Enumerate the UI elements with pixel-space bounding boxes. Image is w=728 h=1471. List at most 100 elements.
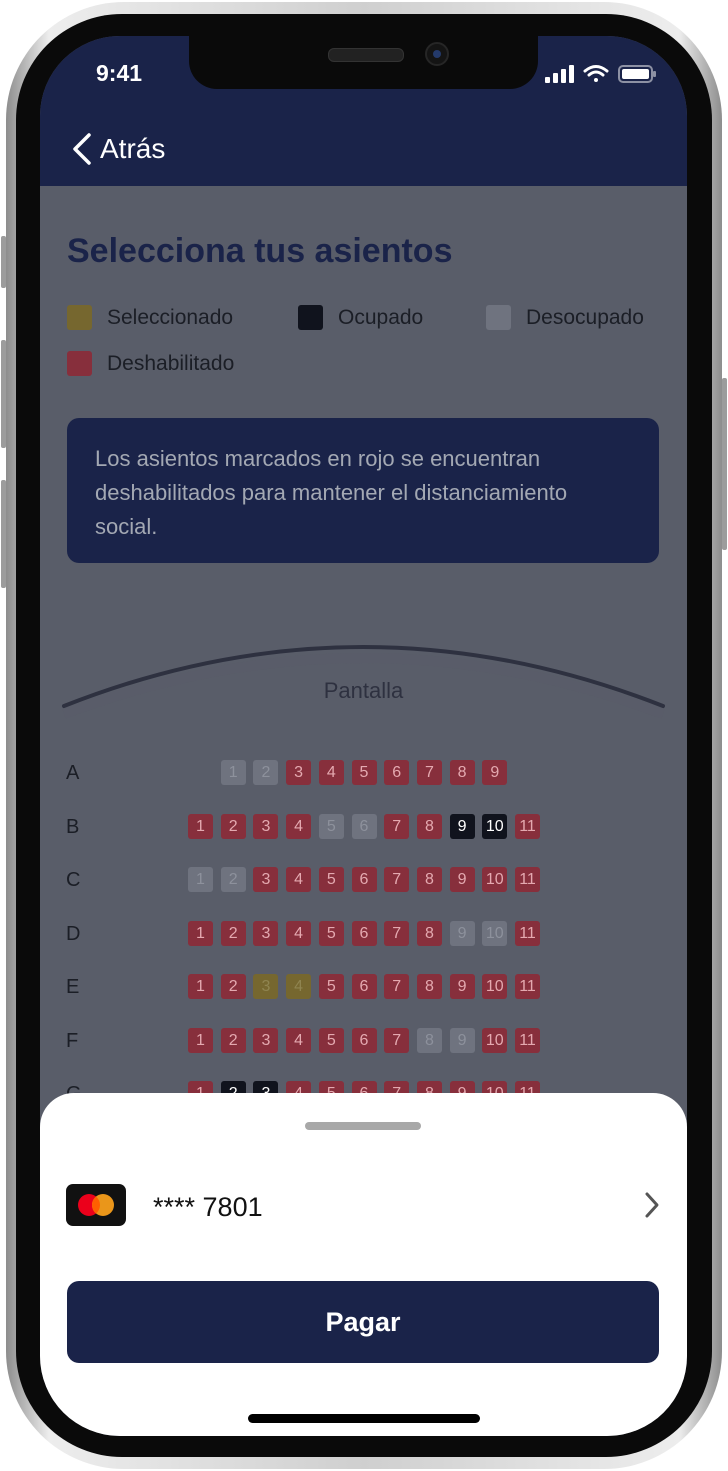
cellular-signal-icon xyxy=(545,65,574,83)
seat: 7 xyxy=(384,974,410,999)
seat: 1 xyxy=(188,920,213,946)
silent-switch xyxy=(1,236,6,288)
seat: 8 xyxy=(416,920,442,946)
seat: 10 xyxy=(482,867,508,892)
seat[interactable]: 1 xyxy=(188,867,213,892)
volume-up-button xyxy=(1,340,6,448)
volume-down-button xyxy=(1,480,6,588)
status-icons xyxy=(545,64,657,84)
legend-item-disabled: Deshabilitado xyxy=(67,351,234,376)
notch xyxy=(189,36,538,89)
distancing-notice: Los asientos marcados en rojo se encuent… xyxy=(67,418,659,563)
seat: 6 xyxy=(351,920,377,946)
seat: 3 xyxy=(253,1027,279,1053)
card-number: **** 7801 xyxy=(153,1192,263,1222)
seat[interactable]: 4 xyxy=(286,974,312,999)
seat: 9 xyxy=(449,813,475,839)
chevron-right-icon xyxy=(645,1192,659,1218)
seat: 7 xyxy=(384,867,410,892)
seat: 1 xyxy=(188,813,213,839)
seat: 3 xyxy=(286,760,312,785)
seat: 7 xyxy=(416,760,442,785)
seat[interactable]: 8 xyxy=(416,1027,442,1053)
row-label: A xyxy=(66,762,80,784)
seat: 6 xyxy=(351,867,377,892)
legend-swatch-free xyxy=(486,305,511,330)
seat: 4 xyxy=(286,813,312,839)
seat[interactable]: 2 xyxy=(253,760,279,785)
seat: 8 xyxy=(416,813,442,839)
seat: 7 xyxy=(384,813,410,839)
legend-label: Desocupado xyxy=(526,305,644,329)
seat: 5 xyxy=(318,974,344,999)
seat: 11 xyxy=(515,813,540,839)
seat[interactable]: 9 xyxy=(449,920,475,946)
seat: 11 xyxy=(515,974,540,999)
seat: 2 xyxy=(220,813,246,839)
navigation-bar: Atrás xyxy=(40,116,687,186)
legend-item-free: Desocupado xyxy=(486,305,644,330)
seat: 4 xyxy=(286,867,312,892)
seat: 1 xyxy=(188,1027,213,1053)
legend-swatch-occupied xyxy=(298,305,323,330)
chevron-left-icon xyxy=(73,133,91,165)
seat: 5 xyxy=(318,867,344,892)
seat: 1 xyxy=(188,974,213,999)
legend-item-occupied: Ocupado xyxy=(298,305,423,330)
status-time: 9:41 xyxy=(96,60,143,86)
seat: 6 xyxy=(351,974,377,999)
payment-method-row[interactable]: **** 7801 xyxy=(66,1184,661,1228)
back-button[interactable]: Atrás xyxy=(70,132,165,166)
front-camera xyxy=(425,42,449,66)
back-label: Atrás xyxy=(100,133,166,164)
seat: 10 xyxy=(482,813,508,839)
seat: 11 xyxy=(515,1027,540,1053)
seat: 8 xyxy=(416,974,442,999)
seat: 8 xyxy=(449,760,475,785)
cinema-screen-arc xyxy=(62,645,665,719)
seat: 6 xyxy=(351,1027,377,1053)
home-indicator xyxy=(248,1414,480,1423)
seat: 10 xyxy=(482,974,508,999)
seat[interactable]: 3 xyxy=(253,974,279,999)
seat: 2 xyxy=(220,920,246,946)
seat: 3 xyxy=(253,920,279,946)
seat: 2 xyxy=(220,1027,246,1053)
legend-swatch-selected xyxy=(67,305,92,330)
legend-label: Seleccionado xyxy=(107,305,234,329)
seat: 4 xyxy=(318,760,344,785)
seat: 9 xyxy=(449,867,475,892)
seat: 9 xyxy=(449,974,475,999)
page-title: Selecciona tus asientos xyxy=(67,232,453,270)
seat: 5 xyxy=(351,760,377,785)
power-button xyxy=(722,378,727,550)
seat: 5 xyxy=(318,1027,344,1053)
seat: 5 xyxy=(318,920,344,946)
seat: 4 xyxy=(286,920,312,946)
seat[interactable]: 6 xyxy=(351,813,377,839)
seat[interactable]: 10 xyxy=(482,920,508,946)
legend-label: Ocupado xyxy=(338,305,424,329)
seat: 7 xyxy=(384,1027,410,1053)
cinema-screen-label: Pantalla xyxy=(323,678,404,703)
row-label: D xyxy=(66,922,81,945)
speaker-grille xyxy=(328,48,404,62)
row-label: F xyxy=(66,1029,79,1052)
seat: 9 xyxy=(482,760,508,785)
phone-screen: 9:41 Atrás Selecciona tus asientos Selec… xyxy=(40,36,687,1436)
seat: 11 xyxy=(515,920,540,946)
seat: 2 xyxy=(220,974,246,999)
payment-sheet: **** 7801 Pagar xyxy=(40,1093,687,1436)
row-label: C xyxy=(66,869,81,891)
seat: 3 xyxy=(253,813,279,839)
sheet-grabber[interactable] xyxy=(305,1122,421,1130)
wifi-icon xyxy=(583,65,609,82)
seat: 4 xyxy=(286,1027,312,1053)
pay-button[interactable]: Pagar xyxy=(67,1281,659,1363)
seat: 10 xyxy=(482,1027,508,1053)
seat[interactable]: 1 xyxy=(220,760,246,785)
seat[interactable]: 9 xyxy=(449,1027,475,1053)
row-label: B xyxy=(66,815,80,838)
seat[interactable]: 2 xyxy=(220,867,246,892)
seat[interactable]: 5 xyxy=(318,813,344,839)
